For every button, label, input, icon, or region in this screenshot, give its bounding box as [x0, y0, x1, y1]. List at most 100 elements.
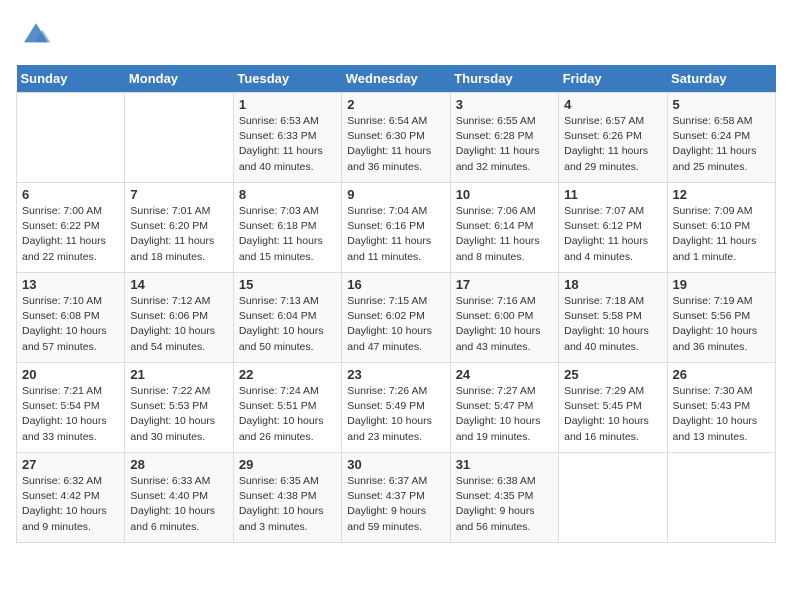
- day-number: 4: [564, 97, 661, 112]
- week-row-3: 13 Sunrise: 7:10 AM Sunset: 6:08 PM Dayli…: [17, 273, 776, 363]
- day-cell: 15 Sunrise: 7:13 AM Sunset: 6:04 PM Dayli…: [233, 273, 341, 363]
- day-cell: 9 Sunrise: 7:04 AM Sunset: 6:16 PM Daylig…: [342, 183, 450, 273]
- day-info: Sunrise: 6:55 AM Sunset: 6:28 PM Dayligh…: [456, 114, 553, 175]
- day-info: Sunrise: 6:54 AM Sunset: 6:30 PM Dayligh…: [347, 114, 444, 175]
- day-info: Sunrise: 7:30 AM Sunset: 5:43 PM Dayligh…: [673, 384, 770, 445]
- weekday-header-sunday: Sunday: [17, 65, 125, 93]
- day-number: 19: [673, 277, 770, 292]
- day-cell: 7 Sunrise: 7:01 AM Sunset: 6:20 PM Daylig…: [125, 183, 233, 273]
- day-number: 31: [456, 457, 553, 472]
- day-number: 23: [347, 367, 444, 382]
- day-number: 10: [456, 187, 553, 202]
- day-info: Sunrise: 7:15 AM Sunset: 6:02 PM Dayligh…: [347, 294, 444, 355]
- day-info: Sunrise: 7:22 AM Sunset: 5:53 PM Dayligh…: [130, 384, 227, 445]
- day-cell: 3 Sunrise: 6:55 AM Sunset: 6:28 PM Daylig…: [450, 93, 558, 183]
- day-info: Sunrise: 6:58 AM Sunset: 6:24 PM Dayligh…: [673, 114, 770, 175]
- day-cell: 24 Sunrise: 7:27 AM Sunset: 5:47 PM Dayli…: [450, 363, 558, 453]
- day-info: Sunrise: 7:01 AM Sunset: 6:20 PM Dayligh…: [130, 204, 227, 265]
- day-cell: 6 Sunrise: 7:00 AM Sunset: 6:22 PM Daylig…: [17, 183, 125, 273]
- day-number: 21: [130, 367, 227, 382]
- day-info: Sunrise: 7:26 AM Sunset: 5:49 PM Dayligh…: [347, 384, 444, 445]
- day-cell: 8Sunrise: 7:03 AM Sunset: 6:18 PM Daylig…: [233, 183, 341, 273]
- day-number: 20: [22, 367, 119, 382]
- calendar-table: SundayMondayTuesdayWednesdayThursdayFrid…: [16, 65, 776, 543]
- day-cell: 22 Sunrise: 7:24 AM Sunset: 5:51 PM Dayli…: [233, 363, 341, 453]
- day-number: 14: [130, 277, 227, 292]
- weekday-header-friday: Friday: [559, 65, 667, 93]
- week-row-2: 6 Sunrise: 7:00 AM Sunset: 6:22 PM Daylig…: [17, 183, 776, 273]
- day-info: Sunrise: 7:04 AM Sunset: 6:16 PM Dayligh…: [347, 204, 444, 265]
- day-cell: [559, 453, 667, 543]
- day-cell: 4 Sunrise: 6:57 AM Sunset: 6:26 PM Daylig…: [559, 93, 667, 183]
- day-number: 29: [239, 457, 336, 472]
- day-cell: 19 Sunrise: 7:19 AM Sunset: 5:56 PM Dayli…: [667, 273, 775, 363]
- day-info: Sunrise: 6:38 AM Sunset: 4:35 PM Dayligh…: [456, 474, 553, 535]
- day-info: Sunrise: 6:33 AM Sunset: 4:40 PM Dayligh…: [130, 474, 227, 535]
- day-number: 9: [347, 187, 444, 202]
- day-cell: [125, 93, 233, 183]
- day-number: 13: [22, 277, 119, 292]
- day-number: 3: [456, 97, 553, 112]
- day-number: 6: [22, 187, 119, 202]
- weekday-header-wednesday: Wednesday: [342, 65, 450, 93]
- day-cell: 31 Sunrise: 6:38 AM Sunset: 4:35 PM Dayli…: [450, 453, 558, 543]
- day-number: 5: [673, 97, 770, 112]
- day-number: 7: [130, 187, 227, 202]
- day-cell: 14 Sunrise: 7:12 AM Sunset: 6:06 PM Dayli…: [125, 273, 233, 363]
- day-cell: 11 Sunrise: 7:07 AM Sunset: 6:12 PM Dayli…: [559, 183, 667, 273]
- day-cell: 26 Sunrise: 7:30 AM Sunset: 5:43 PM Dayli…: [667, 363, 775, 453]
- day-info: Sunrise: 6:35 AM Sunset: 4:38 PM Dayligh…: [239, 474, 336, 535]
- day-cell: 10Sunrise: 7:06 AM Sunset: 6:14 PM Dayli…: [450, 183, 558, 273]
- day-info: Sunrise: 7:29 AM Sunset: 5:45 PM Dayligh…: [564, 384, 661, 445]
- week-row-5: 27 Sunrise: 6:32 AM Sunset: 4:42 PM Dayli…: [17, 453, 776, 543]
- day-info: Sunrise: 7:24 AM Sunset: 5:51 PM Dayligh…: [239, 384, 336, 445]
- day-info: Sunrise: 7:09 AM Sunset: 6:10 PM Dayligh…: [673, 204, 770, 265]
- day-info: Sunrise: 7:03 AM Sunset: 6:18 PM Dayligh…: [239, 204, 336, 265]
- weekday-header-tuesday: Tuesday: [233, 65, 341, 93]
- day-info: Sunrise: 7:07 AM Sunset: 6:12 PM Dayligh…: [564, 204, 661, 265]
- day-cell: 30Sunrise: 6:37 AM Sunset: 4:37 PM Dayli…: [342, 453, 450, 543]
- day-number: 15: [239, 277, 336, 292]
- day-cell: 27 Sunrise: 6:32 AM Sunset: 4:42 PM Dayli…: [17, 453, 125, 543]
- day-cell: 2 Sunrise: 6:54 AM Sunset: 6:30 PM Daylig…: [342, 93, 450, 183]
- day-number: 27: [22, 457, 119, 472]
- day-info: Sunrise: 7:00 AM Sunset: 6:22 PM Dayligh…: [22, 204, 119, 265]
- day-cell: [17, 93, 125, 183]
- week-row-4: 20Sunrise: 7:21 AM Sunset: 5:54 PM Dayli…: [17, 363, 776, 453]
- day-info: Sunrise: 7:13 AM Sunset: 6:04 PM Dayligh…: [239, 294, 336, 355]
- day-info: Sunrise: 7:27 AM Sunset: 5:47 PM Dayligh…: [456, 384, 553, 445]
- day-cell: 23 Sunrise: 7:26 AM Sunset: 5:49 PM Dayli…: [342, 363, 450, 453]
- day-number: 18: [564, 277, 661, 292]
- day-cell: 13 Sunrise: 7:10 AM Sunset: 6:08 PM Dayli…: [17, 273, 125, 363]
- weekday-header-monday: Monday: [125, 65, 233, 93]
- day-cell: 20Sunrise: 7:21 AM Sunset: 5:54 PM Dayli…: [17, 363, 125, 453]
- weekday-header-saturday: Saturday: [667, 65, 775, 93]
- day-number: 30: [347, 457, 444, 472]
- day-cell: [667, 453, 775, 543]
- day-number: 25: [564, 367, 661, 382]
- day-info: Sunrise: 6:57 AM Sunset: 6:26 PM Dayligh…: [564, 114, 661, 175]
- day-info: Sunrise: 7:10 AM Sunset: 6:08 PM Dayligh…: [22, 294, 119, 355]
- day-info: Sunrise: 6:53 AM Sunset: 6:33 PM Dayligh…: [239, 114, 336, 175]
- day-info: Sunrise: 6:32 AM Sunset: 4:42 PM Dayligh…: [22, 474, 119, 535]
- day-cell: 18Sunrise: 7:18 AM Sunset: 5:58 PM Dayli…: [559, 273, 667, 363]
- day-cell: 17Sunrise: 7:16 AM Sunset: 6:00 PM Dayli…: [450, 273, 558, 363]
- day-cell: 5 Sunrise: 6:58 AM Sunset: 6:24 PM Daylig…: [667, 93, 775, 183]
- day-number: 2: [347, 97, 444, 112]
- day-number: 16: [347, 277, 444, 292]
- day-number: 1: [239, 97, 336, 112]
- day-number: 12: [673, 187, 770, 202]
- day-number: 24: [456, 367, 553, 382]
- weekday-header-thursday: Thursday: [450, 65, 558, 93]
- day-cell: 29 Sunrise: 6:35 AM Sunset: 4:38 PM Dayli…: [233, 453, 341, 543]
- logo-icon: [20, 16, 52, 48]
- day-info: Sunrise: 7:12 AM Sunset: 6:06 PM Dayligh…: [130, 294, 227, 355]
- day-number: 28: [130, 457, 227, 472]
- day-cell: 25 Sunrise: 7:29 AM Sunset: 5:45 PM Dayli…: [559, 363, 667, 453]
- day-cell: 1 Sunrise: 6:53 AM Sunset: 6:33 PM Daylig…: [233, 93, 341, 183]
- day-number: 22: [239, 367, 336, 382]
- day-number: 26: [673, 367, 770, 382]
- day-number: 11: [564, 187, 661, 202]
- day-info: Sunrise: 7:19 AM Sunset: 5:56 PM Dayligh…: [673, 294, 770, 355]
- week-row-1: 1 Sunrise: 6:53 AM Sunset: 6:33 PM Daylig…: [17, 93, 776, 183]
